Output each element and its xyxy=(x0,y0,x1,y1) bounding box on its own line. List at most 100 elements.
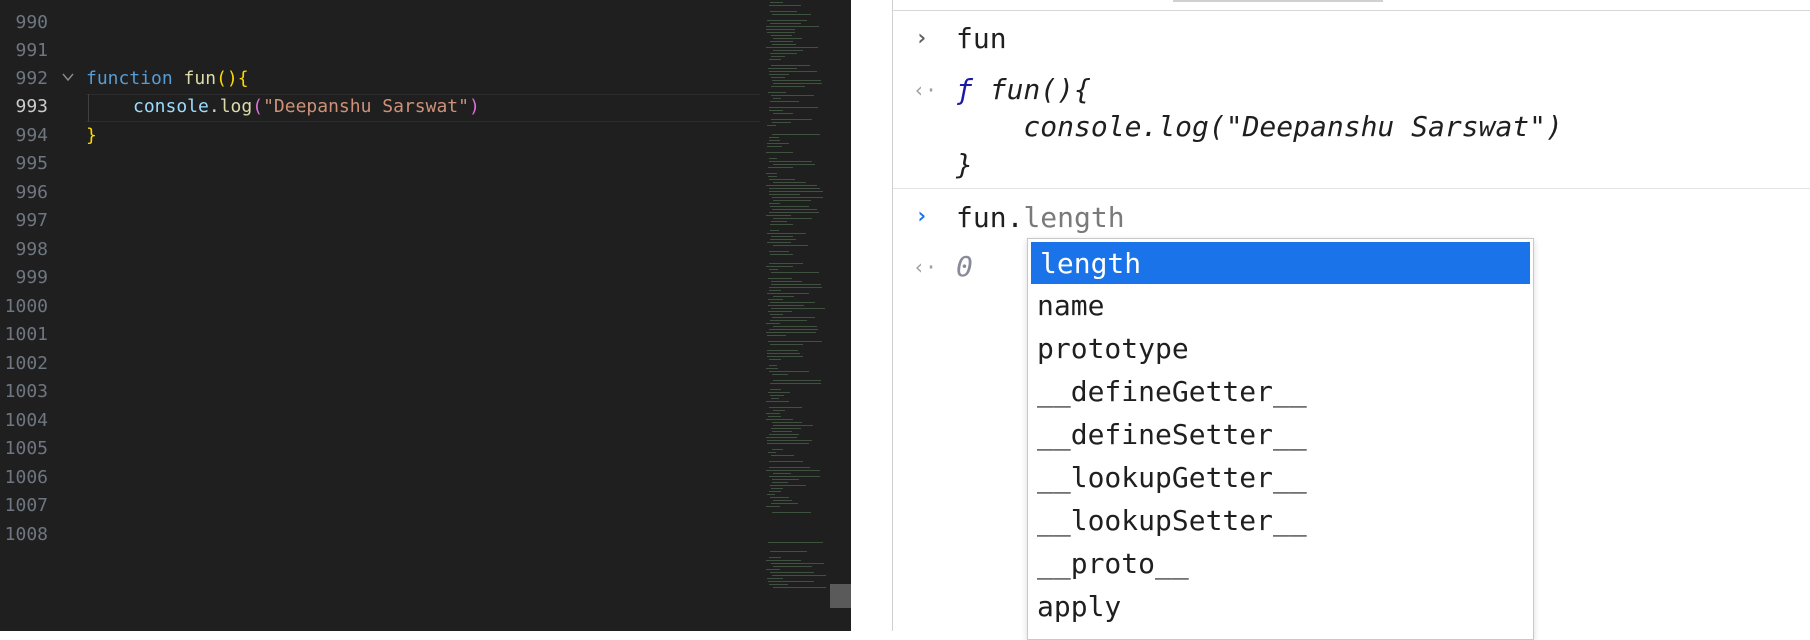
minimap-line xyxy=(771,95,814,96)
function-result-line2: console.log("Deepanshu Sarswat") xyxy=(956,110,1563,143)
minimap-line xyxy=(773,200,811,201)
minimap-line xyxy=(766,173,777,174)
line-number: 1002 xyxy=(4,353,48,374)
minimap-line xyxy=(767,443,809,444)
minimap-line xyxy=(766,266,793,267)
suggestion-item[interactable]: __lookupSetter__ xyxy=(1028,499,1533,542)
minimap-line xyxy=(773,38,802,39)
code-editor[interactable]: 990 991 992 993 994 995 996 997 998 999 … xyxy=(0,0,851,631)
suggestion-item[interactable]: __lookupGetter__ xyxy=(1028,456,1533,499)
line-number: 1001 xyxy=(4,324,48,345)
minimap-line xyxy=(767,578,783,579)
minimap-line xyxy=(771,455,794,456)
minimap-line xyxy=(770,314,783,315)
minimap-line xyxy=(772,449,783,450)
minimap-line xyxy=(770,224,793,225)
minimap-line xyxy=(769,140,780,141)
minimap-line xyxy=(773,83,822,84)
toolbar-tab-hint xyxy=(1173,0,1383,2)
suggestion-item[interactable]: __defineGetter__ xyxy=(1028,370,1533,413)
minimap-line xyxy=(769,203,780,204)
minimap-line xyxy=(772,197,823,198)
minimap-line xyxy=(766,26,819,27)
minimap-line xyxy=(768,416,781,417)
minimap-line xyxy=(769,287,822,288)
minimap-line xyxy=(769,107,818,108)
minimap-line xyxy=(771,221,787,222)
editor-scrollbar-thumb[interactable] xyxy=(830,584,851,608)
minimap-line xyxy=(767,125,776,126)
minimap-line xyxy=(767,356,803,357)
minimap[interactable] xyxy=(762,0,830,631)
console-prompt-input[interactable]: fun.length xyxy=(956,201,1125,234)
minimap-line xyxy=(770,485,806,486)
minimap-line xyxy=(773,473,791,474)
minimap-line xyxy=(773,182,806,183)
function-signature: fun(){ xyxy=(972,73,1091,106)
eager-result-arrow-icon: ‹· xyxy=(913,255,938,279)
line-number: 999 xyxy=(15,267,48,288)
minimap-line xyxy=(767,350,798,351)
paren: () xyxy=(216,68,238,89)
minimap-line xyxy=(768,176,777,177)
minimap-line xyxy=(769,557,781,558)
suggestion-item[interactable]: apply xyxy=(1028,585,1533,628)
function-result-line3: } xyxy=(956,148,973,181)
minimap-line xyxy=(771,398,779,399)
minimap-line xyxy=(767,293,809,294)
console-input-text[interactable]: fun xyxy=(956,22,1007,55)
function-marker: ƒ xyxy=(956,73,973,106)
minimap-line xyxy=(769,188,820,189)
code-area[interactable]: function fun(){ console.log("Deepanshu S… xyxy=(86,0,760,631)
line-number: 995 xyxy=(15,153,48,174)
minimap-line xyxy=(767,335,786,336)
minimap-line xyxy=(771,284,821,285)
minimap-line xyxy=(772,80,821,81)
minimap-line xyxy=(769,71,817,72)
entry-separator xyxy=(893,188,1810,189)
minimap-line xyxy=(772,512,811,513)
minimap-line xyxy=(769,365,777,366)
minimap-line xyxy=(768,167,793,168)
minimap-line xyxy=(770,344,803,345)
minimap-line xyxy=(772,479,799,480)
minimap-line xyxy=(773,410,785,411)
minimap-line xyxy=(770,551,807,552)
suggestion-item[interactable]: prototype xyxy=(1028,327,1533,370)
autocomplete-dropdown[interactable]: length name prototype __defineGetter__ _… xyxy=(1027,238,1534,640)
editor-scrollbar[interactable] xyxy=(830,0,851,631)
minimap-line xyxy=(770,239,796,240)
minimap-line xyxy=(769,371,809,372)
minimap-line xyxy=(767,32,795,33)
method-log: log xyxy=(219,96,253,117)
function-result-line1[interactable]: ƒ fun(){ xyxy=(956,73,1091,106)
minimap-line xyxy=(769,110,783,111)
minimap-line xyxy=(770,320,807,321)
code-line-992: function fun(){ xyxy=(86,65,249,93)
minimap-line xyxy=(770,23,801,24)
brace-close: } xyxy=(86,125,97,146)
code-line-994: } xyxy=(86,122,97,150)
minimap-line xyxy=(769,59,781,60)
minimap-line xyxy=(767,353,800,354)
minimap-line xyxy=(767,143,789,144)
minimap-line xyxy=(766,401,789,402)
line-number: 997 xyxy=(15,210,48,231)
minimap-line xyxy=(766,323,780,324)
minimap-line xyxy=(768,299,783,300)
paren-close: ) xyxy=(468,96,480,117)
minimap-line xyxy=(766,560,801,561)
suggestion-item[interactable]: __defineSetter__ xyxy=(1028,413,1533,456)
suggestion-item[interactable]: name xyxy=(1028,284,1533,327)
suggestion-item[interactable]: __proto__ xyxy=(1028,542,1533,585)
minimap-line xyxy=(769,158,777,159)
minimap-line xyxy=(773,500,792,501)
fold-chevron-icon[interactable] xyxy=(61,70,75,84)
minimap-line xyxy=(769,407,802,408)
suggestion-item-selected[interactable]: length xyxy=(1031,242,1530,284)
string-literal: "Deepanshu Sarswat" xyxy=(263,96,469,117)
minimap-line xyxy=(772,575,826,576)
line-number-active: 993 xyxy=(15,96,48,117)
minimap-line xyxy=(768,92,786,93)
minimap-line xyxy=(771,272,819,273)
